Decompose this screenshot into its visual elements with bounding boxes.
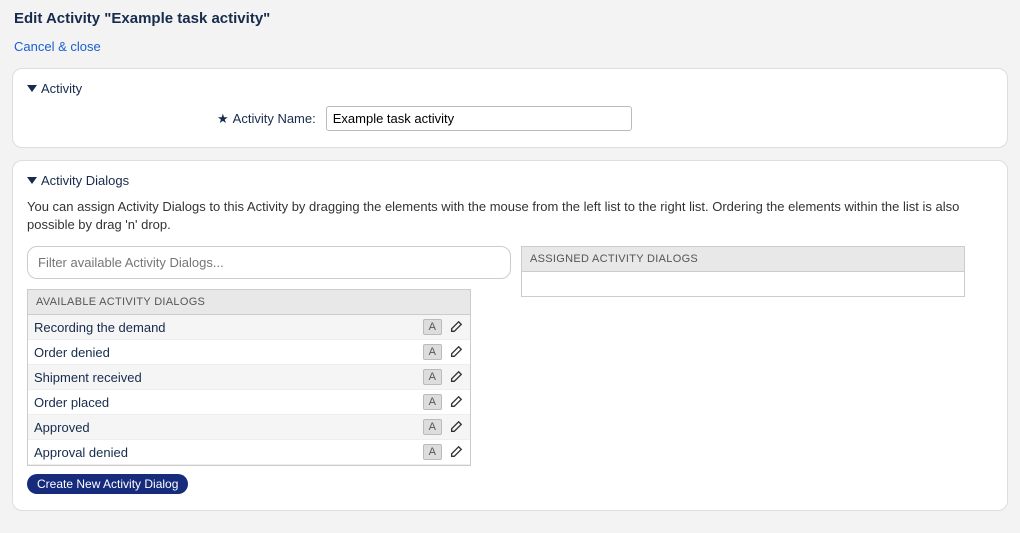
dialogs-help-text: You can assign Activity Dialogs to this … [27, 198, 993, 234]
available-dialog-row[interactable]: Shipment receivedA [28, 365, 470, 390]
available-dialog-row[interactable]: Recording the demandA [28, 315, 470, 340]
cancel-close-link[interactable]: Cancel & close [14, 39, 101, 54]
required-star-icon: ★ [217, 111, 229, 126]
activity-section-header: Activity [41, 81, 82, 96]
available-dialog-row[interactable]: ApprovedA [28, 415, 470, 440]
caret-down-icon [27, 85, 37, 92]
dialogs-section-header: Activity Dialogs [41, 173, 129, 188]
dialog-row-label: Order placed [34, 395, 423, 410]
available-dialogs-list: AVAILABLE ACTIVITY DIALOGS Recording the… [27, 289, 471, 466]
dialog-row-label: Order denied [34, 345, 423, 360]
available-dialog-row[interactable]: Order deniedA [28, 340, 470, 365]
edit-icon[interactable] [448, 344, 464, 360]
available-dialog-row[interactable]: Approval deniedA [28, 440, 470, 465]
available-dialog-row[interactable]: Order placedA [28, 390, 470, 415]
dialog-type-badge: A [423, 319, 442, 335]
dialog-row-label: Recording the demand [34, 320, 423, 335]
dialog-row-label: Approved [34, 420, 423, 435]
assigned-dialogs-list: ASSIGNED ACTIVITY DIALOGS [521, 246, 965, 297]
activity-dialogs-panel: Activity Dialogs You can assign Activity… [12, 160, 1008, 511]
filter-dialogs-input[interactable] [27, 246, 511, 279]
page-title: Edit Activity "Example task activity" [14, 10, 1008, 27]
activity-section-toggle[interactable]: Activity [27, 81, 993, 96]
available-dialogs-header: AVAILABLE ACTIVITY DIALOGS [28, 290, 470, 315]
assigned-dialogs-dropzone[interactable] [522, 272, 964, 296]
caret-down-icon [27, 177, 37, 184]
dialog-type-badge: A [423, 344, 442, 360]
edit-icon[interactable] [448, 319, 464, 335]
edit-icon[interactable] [448, 444, 464, 460]
activity-panel: Activity ★Activity Name: [12, 68, 1008, 148]
edit-icon[interactable] [448, 419, 464, 435]
dialog-type-badge: A [423, 444, 442, 460]
assigned-dialogs-header: ASSIGNED ACTIVITY DIALOGS [522, 247, 964, 272]
dialogs-section-toggle[interactable]: Activity Dialogs [27, 173, 993, 188]
dialog-type-badge: A [423, 419, 442, 435]
dialog-row-label: Approval denied [34, 445, 423, 460]
edit-icon[interactable] [448, 369, 464, 385]
activity-name-label: ★Activity Name: [217, 111, 316, 127]
edit-icon[interactable] [448, 394, 464, 410]
create-new-dialog-button[interactable]: Create New Activity Dialog [27, 474, 188, 494]
dialog-row-label: Shipment received [34, 370, 423, 385]
dialog-type-badge: A [423, 394, 442, 410]
dialog-type-badge: A [423, 369, 442, 385]
activity-name-input[interactable] [326, 106, 632, 131]
